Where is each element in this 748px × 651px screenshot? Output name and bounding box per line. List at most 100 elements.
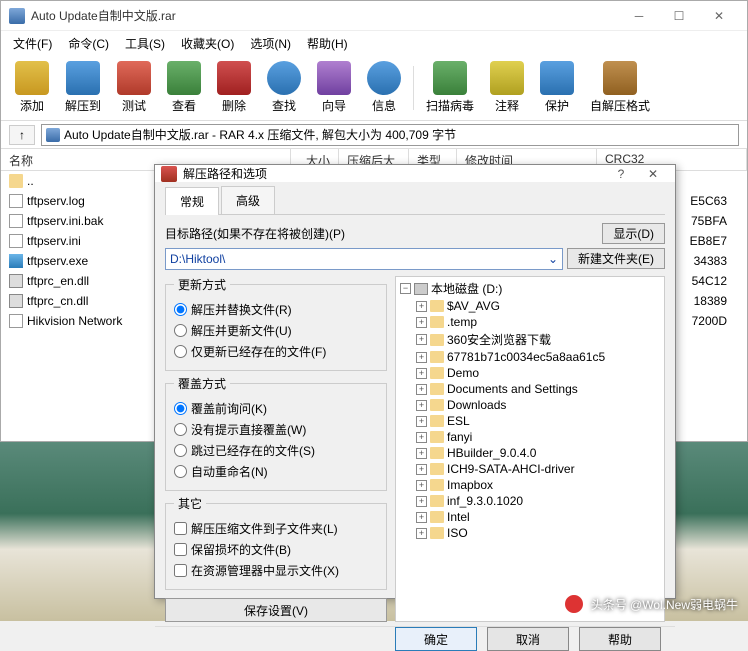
tree-node[interactable]: +360安全浏览器下载 (398, 330, 662, 349)
folder-icon (430, 447, 444, 459)
check-broken[interactable] (174, 543, 187, 556)
tree-node[interactable]: +67781b71c0034ec5a8aa61c5 (398, 349, 662, 365)
check-explorer[interactable] (174, 564, 187, 577)
tree-node[interactable]: +Downloads (398, 397, 662, 413)
group-overwrite: 覆盖方式 覆盖前询问(K) 没有提示直接覆盖(W) 跳过已经存在的文件(S) 自… (165, 375, 387, 491)
tree-node[interactable]: +.temp (398, 314, 662, 330)
address-field[interactable]: Auto Update自制中文版.rar - RAR 4.x 压缩文件, 解包大… (41, 124, 739, 146)
folder-tree[interactable]: −本地磁盘 (D:) +$AV_AVG+.temp+360安全浏览器下载+677… (395, 276, 665, 622)
address-bar: ↑ Auto Update自制中文版.rar - RAR 4.x 压缩文件, 解… (1, 121, 747, 149)
folder-icon (430, 527, 444, 539)
tree-node[interactable]: +Documents and Settings (398, 381, 662, 397)
newfolder-button[interactable]: 新建文件夹(E) (567, 248, 665, 269)
dialog-help-button[interactable]: ? (605, 167, 637, 181)
file-crc: 75BFA (691, 214, 739, 228)
radio-replace[interactable] (174, 303, 187, 316)
folder-icon (430, 316, 444, 328)
app-icon (9, 8, 25, 24)
tool-extract[interactable]: 解压到 (57, 59, 109, 116)
help-button[interactable]: 帮助 (579, 627, 661, 651)
file-icon (9, 194, 23, 208)
tree-node[interactable]: +ISO (398, 525, 662, 541)
expand-icon[interactable]: + (416, 368, 427, 379)
tool-view[interactable]: 查看 (159, 59, 209, 116)
expand-icon[interactable]: + (416, 480, 427, 491)
file-name: tftpserv.ini (27, 234, 81, 248)
tool-info[interactable]: 信息 (359, 59, 409, 116)
tool-comment[interactable]: 注释 (482, 59, 532, 116)
tree-node[interactable]: +HBuilder_9.0.4.0 (398, 445, 662, 461)
expand-icon[interactable]: + (416, 317, 427, 328)
archive-icon (46, 128, 60, 142)
radio-skip[interactable] (174, 444, 187, 457)
tree-node[interactable]: +$AV_AVG (398, 298, 662, 314)
expand-icon[interactable]: + (416, 301, 427, 312)
minimize-button[interactable]: ─ (619, 2, 659, 30)
path-input[interactable]: D:\Hiktool\ ⌄ (165, 248, 563, 270)
folder-icon (430, 351, 444, 363)
tab-general[interactable]: 常规 (165, 187, 219, 215)
tree-node[interactable]: +ESL (398, 413, 662, 429)
file-name: tftpserv.exe (27, 254, 88, 268)
tree-node[interactable]: +Intel (398, 509, 662, 525)
expand-icon[interactable]: + (416, 384, 427, 395)
expand-icon[interactable]: + (416, 334, 427, 345)
display-button[interactable]: 显示(D) (602, 223, 665, 244)
avatar-icon (563, 593, 585, 615)
expand-icon[interactable]: + (416, 352, 427, 363)
radio-ask[interactable] (174, 402, 187, 415)
tab-advanced[interactable]: 高级 (221, 186, 275, 214)
tool-wizard[interactable]: 向导 (309, 59, 359, 116)
ok-button[interactable]: 确定 (395, 627, 477, 651)
tree-node[interactable]: +fanyi (398, 429, 662, 445)
file-crc: 7200D (692, 314, 739, 328)
tabs: 常规 高级 (165, 186, 665, 215)
menu-tools[interactable]: 工具(S) (117, 33, 173, 54)
tool-protect[interactable]: 保护 (532, 59, 582, 116)
expand-icon[interactable]: + (416, 448, 427, 459)
radio-update[interactable] (174, 324, 187, 337)
radio-overwrite[interactable] (174, 423, 187, 436)
menu-opt[interactable]: 选项(N) (242, 33, 299, 54)
folder-icon (430, 511, 444, 523)
tree-node[interactable]: +inf_9.3.0.1020 (398, 493, 662, 509)
dialog-close-button[interactable]: ✕ (637, 167, 669, 181)
tree-node[interactable]: +Demo (398, 365, 662, 381)
folder-icon (430, 463, 444, 475)
radio-freshen[interactable] (174, 345, 187, 358)
menu-help[interactable]: 帮助(H) (299, 33, 356, 54)
tool-sfx[interactable]: 自解压格式 (582, 59, 658, 116)
expand-icon[interactable]: + (416, 496, 427, 507)
tree-node[interactable]: +ICH9-SATA-AHCI-driver (398, 461, 662, 477)
tool-find[interactable]: 查找 (259, 59, 309, 116)
expand-icon[interactable]: + (416, 464, 427, 475)
menu-cmd[interactable]: 命令(C) (60, 33, 117, 54)
file-crc: E5C63 (690, 194, 739, 208)
maximize-button[interactable]: ☐ (659, 2, 699, 30)
radio-rename[interactable] (174, 465, 187, 478)
expand-icon[interactable]: + (416, 432, 427, 443)
tool-delete[interactable]: 删除 (209, 59, 259, 116)
check-subfolder[interactable] (174, 522, 187, 535)
menu-fav[interactable]: 收藏夹(O) (173, 33, 242, 54)
dropdown-icon[interactable]: ⌄ (548, 252, 558, 266)
expand-icon[interactable]: + (416, 528, 427, 539)
dialog-footer: 确定 取消 帮助 (155, 626, 675, 651)
expand-icon[interactable]: + (416, 400, 427, 411)
folder-icon (430, 367, 444, 379)
path-label: 目标路径(如果不存在将被创建)(P) (165, 225, 598, 242)
expand-icon[interactable]: + (416, 512, 427, 523)
cancel-button[interactable]: 取消 (487, 627, 569, 651)
close-button[interactable]: ✕ (699, 2, 739, 30)
tool-add[interactable]: 添加 (7, 59, 57, 116)
tool-test[interactable]: 测试 (109, 59, 159, 116)
folder-icon (430, 300, 444, 312)
collapse-icon[interactable]: − (400, 283, 411, 294)
tree-node[interactable]: +Imapbox (398, 477, 662, 493)
expand-icon[interactable]: + (416, 416, 427, 427)
up-button[interactable]: ↑ (9, 125, 35, 145)
menu-file[interactable]: 文件(F) (5, 33, 60, 54)
file-name: tftpserv.ini.bak (27, 214, 103, 228)
save-settings-button[interactable]: 保存设置(V) (165, 598, 387, 622)
tool-scan[interactable]: 扫描病毒 (418, 59, 482, 116)
